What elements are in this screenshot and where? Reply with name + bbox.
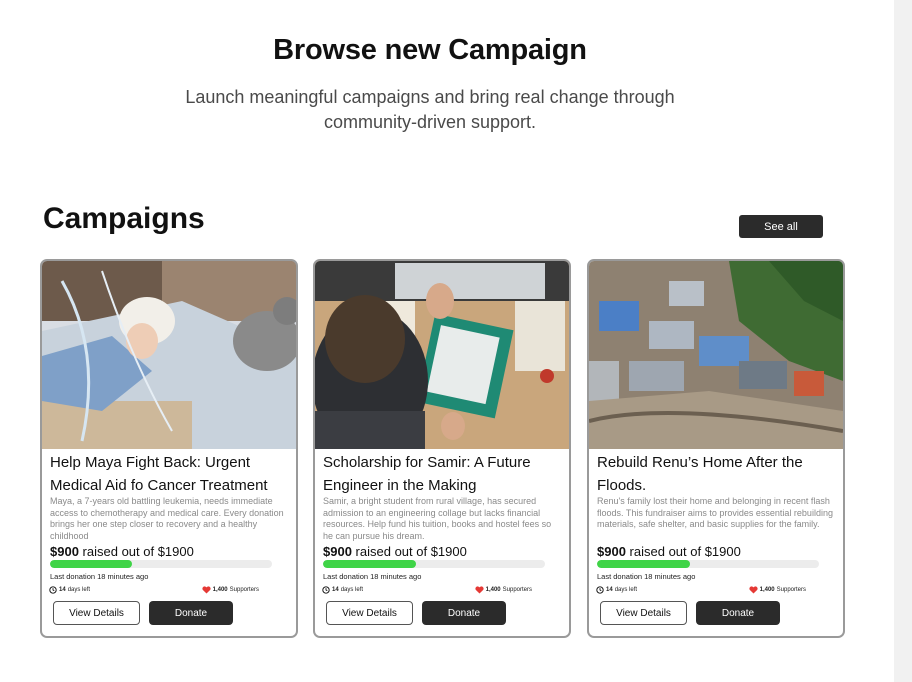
days-label: days left [67,587,91,593]
see-all-button[interactable]: See all [739,215,823,238]
days-left: 14 days left [322,586,363,594]
days-label: days left [340,587,364,593]
view-details-button[interactable]: View Details [600,601,687,625]
days-number: 14 [606,587,613,593]
supporters-count: 1,400 Supporters [749,586,806,594]
supporters-count: 1,400 Supporters [202,586,259,594]
raised-goal: raised out of $1900 [629,544,741,559]
days-label: days left [614,587,638,593]
page-title: Browse new Campaign [273,34,587,66]
supporters-number: 1,400 [485,587,501,593]
heart-icon [475,586,484,594]
days-number: 14 [332,587,339,593]
supporters-label: Supporters [502,587,532,593]
campaign-title[interactable]: Rebuild Renu’s Home After the Floods. [597,451,841,497]
campaign-title[interactable]: Scholarship for Samir: A Future Engineer… [323,451,567,497]
campaign-meta: 14 days left 1,400 Supporters [49,586,259,596]
donate-button[interactable]: Donate [422,601,506,625]
page-scrollbar-track[interactable] [894,0,912,682]
last-donation-text: Last donation 18 minutes ago [597,572,696,581]
supporters-number: 1,400 [759,587,775,593]
last-donation-text: Last donation 18 minutes ago [323,572,422,581]
campaign-image-renu [589,261,843,449]
campaign-description: Maya, a 7-years old battling leukemia, n… [50,496,284,541]
progress-bar [50,560,272,568]
campaign-image-maya [42,261,296,449]
campaign-title[interactable]: Help Maya Fight Back: Urgent Medical Aid… [50,451,294,497]
campaign-description: Samir, a bright student from rural villa… [323,496,552,541]
raised-summary: $900 raised out of $1900 [323,544,467,559]
days-left: 14 days left [49,586,90,594]
raised-summary: $900 raised out of $1900 [597,544,741,559]
progress-bar [597,560,819,568]
progress-fill [323,560,417,568]
campaign-image-samir [315,261,569,449]
hero-section: Browse new Campaign Launch meaningful ca… [0,34,860,135]
view-details-button[interactable]: View Details [326,601,413,625]
days-left: 14 days left [596,586,637,594]
supporters-label: Supporters [776,587,806,593]
progress-fill [50,560,133,568]
campaign-card: Scholarship for Samir: A Future Engineer… [313,259,571,638]
page-subtitle: Launch meaningful campaigns and bring re… [185,87,675,132]
raised-summary: $900 raised out of $1900 [50,544,194,559]
campaign-meta: 14 days left 1,400 Supporters [596,586,806,596]
donate-button[interactable]: Donate [696,601,780,625]
campaign-description: Renu's family lost their home and belong… [597,496,833,529]
clock-icon [322,586,330,594]
raised-amount: $900 [597,544,626,559]
raised-amount: $900 [323,544,352,559]
last-donation-text: Last donation 18 minutes ago [50,572,149,581]
heart-icon [202,586,211,594]
days-number: 14 [59,587,66,593]
view-details-button[interactable]: View Details [53,601,140,625]
progress-bar [323,560,545,568]
clock-icon [49,586,57,594]
supporters-count: 1,400 Supporters [475,586,532,594]
donate-button[interactable]: Donate [149,601,233,625]
campaign-card: Rebuild Renu’s Home After the Floods. Re… [587,259,845,638]
supporters-number: 1,400 [212,587,228,593]
clock-icon [596,586,604,594]
heart-icon [749,586,758,594]
progress-fill [597,560,691,568]
campaigns-heading: Campaigns [43,202,205,235]
raised-goal: raised out of $1900 [82,544,194,559]
campaign-meta: 14 days left 1,400 Supporters [322,586,532,596]
supporters-label: Supporters [229,587,259,593]
campaign-card: Help Maya Fight Back: Urgent Medical Aid… [40,259,298,638]
raised-goal: raised out of $1900 [355,544,467,559]
raised-amount: $900 [50,544,79,559]
